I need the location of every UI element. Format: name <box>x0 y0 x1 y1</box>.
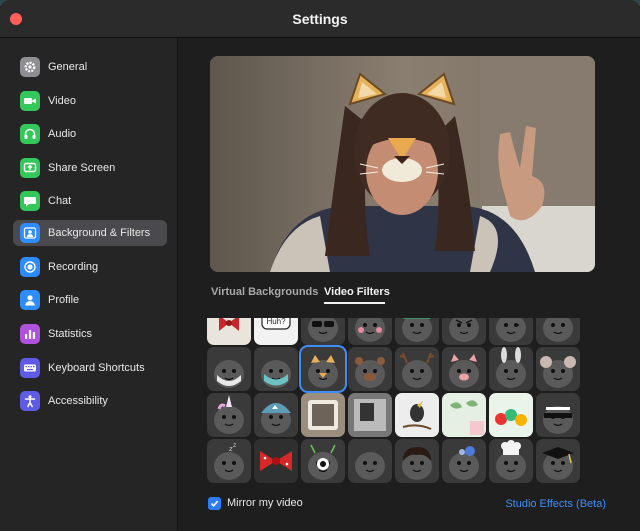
sidebar-item-statistics[interactable]: Statistics <box>13 321 167 347</box>
accessibility-icon <box>20 391 40 411</box>
shark-hat-filter[interactable] <box>254 393 298 437</box>
share-screen-icon <box>20 158 40 178</box>
face-mask-filter[interactable] <box>207 347 251 391</box>
sidebar-item-share-screen[interactable]: Share Screen <box>13 155 167 181</box>
sidebar-item-audio[interactable]: Audio <box>13 121 167 147</box>
tiger-filter[interactable] <box>301 347 345 391</box>
sidebar-item-chat[interactable]: Chat <box>13 188 167 214</box>
graduation-cap-filter[interactable] <box>536 439 580 483</box>
unicorn-horn-filter[interactable] <box>207 393 251 437</box>
sidebar-item-label: General <box>48 61 88 73</box>
sunglasses-filter[interactable] <box>301 318 345 345</box>
sidebar-item-label: Profile <box>48 294 80 306</box>
video-camera-icon <box>20 91 40 111</box>
record-icon <box>20 257 40 277</box>
mirror-video-checkbox[interactable] <box>208 497 221 510</box>
bear-filter[interactable] <box>348 347 392 391</box>
sidebar-item-video[interactable]: Video <box>13 88 167 114</box>
bird-frame-filter[interactable] <box>395 393 439 437</box>
headphones-icon <box>20 124 40 144</box>
bar-chart-icon <box>20 324 40 344</box>
filter-grid: Huh? z z <box>207 318 587 488</box>
background-filters-panel: Virtual Backgrounds Video Filters Huh? z z… <box>179 38 640 531</box>
speech-bubble-huh-filter[interactable]: Huh? <box>254 318 298 345</box>
flower-crown-filter[interactable] <box>442 439 486 483</box>
settings-window: Settings General Video Audio Share Scree… <box>0 0 640 531</box>
red-polka-bow-filter[interactable] <box>254 439 298 483</box>
sidebar-item-recording[interactable]: Recording <box>13 254 167 280</box>
medical-mask-filter[interactable] <box>254 347 298 391</box>
sidebar-item-label: Audio <box>48 128 77 140</box>
person-icon <box>20 290 40 310</box>
winking-face-filter[interactable] <box>489 318 533 345</box>
title-bar: Settings <box>0 0 640 38</box>
person-portrait-icon <box>20 223 40 243</box>
angry-face-filter[interactable] <box>442 318 486 345</box>
sidebar-item-background-filters[interactable]: Background & Filters <box>13 220 167 246</box>
tab-video-filters[interactable]: Video Filters <box>324 286 390 298</box>
sidebar-item-label: Share Screen <box>48 162 116 174</box>
monochrome-frame-filter[interactable] <box>348 393 392 437</box>
wide-eyes-filter[interactable] <box>536 318 580 345</box>
chef-hat-filter[interactable] <box>489 439 533 483</box>
sidebar-item-label: Chat <box>48 195 72 207</box>
sidebar-item-accessibility[interactable]: Accessibility <box>13 388 167 414</box>
video-preview <box>210 56 595 272</box>
keyboard-icon <box>20 358 40 378</box>
sidebar-item-label: Statistics <box>48 328 93 340</box>
lollipops-frame-filter[interactable] <box>489 393 533 437</box>
mirror-video-label: Mirror my video <box>227 497 303 509</box>
green-hat-filter[interactable] <box>395 318 439 345</box>
sidebar-item-label: Accessibility <box>48 395 108 407</box>
bunny-ears-filter[interactable] <box>489 347 533 391</box>
leaves-frame-filter[interactable] <box>442 393 486 437</box>
pig-filter[interactable] <box>442 347 486 391</box>
mouse-ears-filter[interactable] <box>536 347 580 391</box>
studio-effects-link[interactable]: Studio Effects (Beta) <box>505 498 606 510</box>
blush-filter[interactable] <box>348 318 392 345</box>
sidebar-item-label: Recording <box>48 261 99 273</box>
svg-text:Huh?: Huh? <box>266 318 286 326</box>
glasses-bar-filter[interactable] <box>536 393 580 437</box>
plain-face-filter[interactable] <box>348 439 392 483</box>
alien-eye-filter[interactable] <box>301 439 345 483</box>
gift-bow-filter[interactable] <box>207 318 251 345</box>
sidebar-item-label: Video <box>48 95 76 107</box>
sleepy-zzz-filter[interactable]: zz <box>207 439 251 483</box>
active-tab-indicator <box>324 302 385 304</box>
sidebar-item-general[interactable]: General <box>13 54 167 80</box>
tv-frame-filter[interactable] <box>301 393 345 437</box>
gear-icon <box>20 57 40 77</box>
window-title: Settings <box>292 11 348 27</box>
settings-sidebar: General Video Audio Share Screen Chat Ba… <box>0 38 178 531</box>
reindeer-antlers-filter[interactable] <box>395 347 439 391</box>
sidebar-item-label: Keyboard Shortcuts <box>48 362 145 374</box>
sidebar-item-keyboard-shortcuts[interactable]: Keyboard Shortcuts <box>13 355 167 381</box>
chat-bubble-icon <box>20 191 40 211</box>
sidebar-item-label: Background & Filters <box>48 227 151 239</box>
tab-virtual-backgrounds[interactable]: Virtual Backgrounds <box>211 286 318 298</box>
curly-hair-filter[interactable] <box>395 439 439 483</box>
svg-text:z: z <box>233 442 236 449</box>
sidebar-item-profile[interactable]: Profile <box>13 287 167 313</box>
